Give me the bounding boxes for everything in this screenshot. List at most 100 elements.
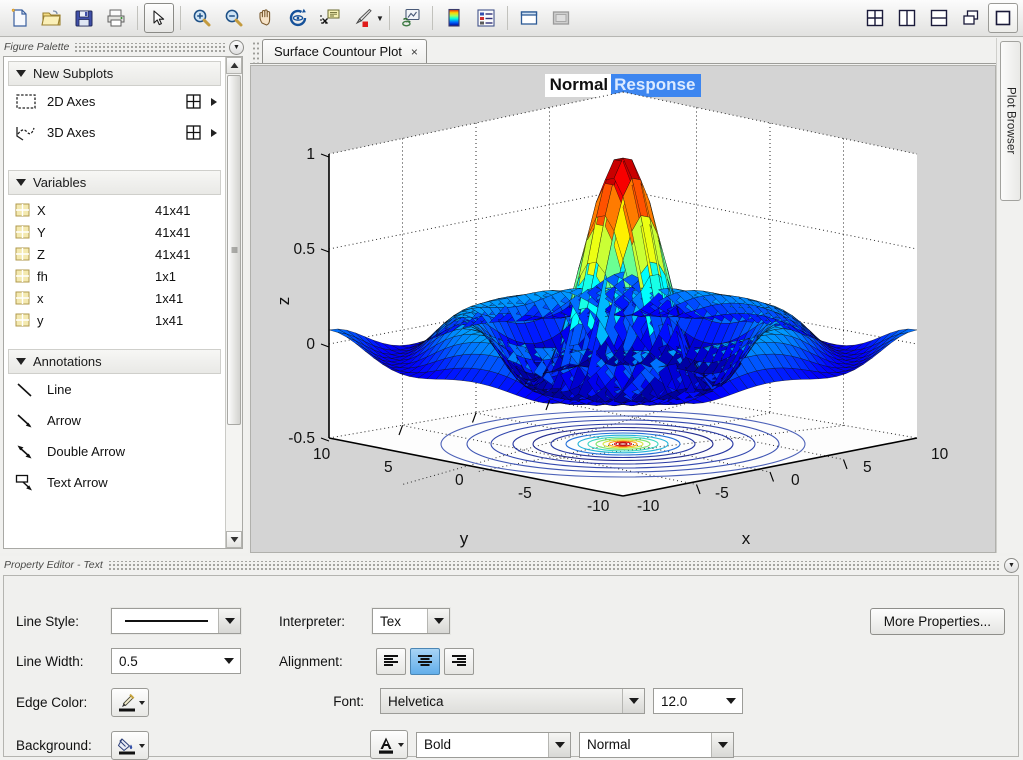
- save-figure-icon[interactable]: [69, 3, 99, 33]
- layout-two-columns-icon[interactable]: [892, 3, 922, 33]
- subplot-grid-icon[interactable]: [186, 125, 201, 140]
- chevron-down-icon[interactable]: [218, 609, 240, 633]
- align-left-button[interactable]: [376, 648, 406, 675]
- y-tick-label: -5: [518, 485, 532, 502]
- figure-palette-dock-menu-icon[interactable]: ▼: [229, 40, 244, 55]
- chevron-down-icon[interactable]: [711, 733, 733, 757]
- line-style-select[interactable]: [111, 608, 241, 634]
- figure-palette-icon[interactable]: [514, 3, 544, 33]
- surface-contour-plot[interactable]: 1 0.5 0 -0.5 10 5 0 -5 -10 -10 -5 0 5 10: [251, 66, 995, 553]
- font-weight-select[interactable]: Bold: [416, 732, 571, 758]
- palette-item-double-arrow[interactable]: Double Arrow: [4, 436, 225, 467]
- section-new-subplots[interactable]: New Subplots: [8, 61, 221, 86]
- palette-item-label: Line: [47, 382, 217, 397]
- palette-item-arrow[interactable]: Arrow: [4, 405, 225, 436]
- palette-item-line[interactable]: Line: [4, 374, 225, 405]
- insert-legend-icon[interactable]: [471, 3, 501, 33]
- chevron-down-icon[interactable]: [398, 743, 404, 747]
- close-icon[interactable]: ×: [411, 45, 418, 59]
- x-tick-label: 10: [931, 446, 949, 463]
- edit-plot-pointer-icon[interactable]: [144, 3, 174, 33]
- section-annotations[interactable]: Annotations: [8, 349, 221, 374]
- dock-drag-dots[interactable]: [108, 561, 1000, 570]
- chevron-down-icon[interactable]: [139, 701, 145, 705]
- figure-canvas[interactable]: Normal Response: [250, 65, 996, 553]
- tabstrip-drag-grip[interactable]: [252, 41, 260, 63]
- variable-row[interactable]: x 1x41: [4, 287, 225, 309]
- pan-hand-icon[interactable]: [251, 3, 281, 33]
- palette-item-label: Double Arrow: [47, 444, 217, 459]
- chevron-down-icon[interactable]: [622, 689, 644, 713]
- chevron-down-icon[interactable]: [139, 744, 145, 748]
- variable-row[interactable]: Y 41x41: [4, 221, 225, 243]
- expand-arrow-icon[interactable]: [211, 98, 217, 106]
- font-angle-select[interactable]: Normal: [579, 732, 734, 758]
- property-editor-dock-menu-icon[interactable]: ▼: [1004, 558, 1019, 573]
- plot-browser-icon[interactable]: [546, 3, 576, 33]
- scrollbar-thumb[interactable]: [227, 75, 241, 425]
- variable-row[interactable]: y 1x41: [4, 309, 225, 331]
- chevron-down-icon[interactable]: [218, 649, 240, 673]
- chevron-down-icon[interactable]: [427, 609, 449, 633]
- more-properties-button[interactable]: More Properties...: [870, 608, 1005, 635]
- interpreter-value: Tex: [380, 614, 427, 629]
- palette-item-text-arrow[interactable]: Text Arrow: [4, 467, 225, 498]
- insert-colorbar-icon[interactable]: [439, 3, 469, 33]
- brush-dropdown-caret-icon[interactable]: ▼: [376, 14, 384, 23]
- dock-drag-dots[interactable]: [74, 43, 225, 52]
- palette-item-3d-axes[interactable]: 3D Axes: [4, 117, 225, 148]
- zoom-out-icon[interactable]: [219, 3, 249, 33]
- scrollbar-grip-icon: [231, 247, 238, 254]
- y-tick-label: 10: [313, 446, 331, 463]
- font-family-value: Helvetica: [388, 694, 622, 709]
- line-annotation-icon: [15, 381, 37, 399]
- layout-grid-2x2-icon[interactable]: [860, 3, 890, 33]
- z-tick-label: 1: [306, 146, 315, 163]
- link-plot-icon[interactable]: [396, 3, 426, 33]
- variable-size: 41x41: [155, 225, 190, 240]
- variable-row[interactable]: fh 1x1: [4, 265, 225, 287]
- chevron-down-icon[interactable]: [548, 733, 570, 757]
- font-color-button[interactable]: [370, 730, 408, 759]
- z-axis-label: z: [274, 297, 293, 306]
- background-color-button[interactable]: [111, 731, 149, 760]
- expand-arrow-icon[interactable]: [211, 129, 217, 137]
- edge-color-button[interactable]: [111, 688, 149, 717]
- layout-two-rows-icon[interactable]: [924, 3, 954, 33]
- data-cursor-icon[interactable]: [315, 3, 345, 33]
- subplot-grid-icon[interactable]: [186, 94, 201, 109]
- variable-size: 41x41: [155, 247, 190, 262]
- scroll-up-arrow-icon[interactable]: [226, 57, 242, 74]
- line-width-select[interactable]: 0.5: [111, 648, 241, 674]
- more-properties-label: More Properties...: [884, 614, 991, 629]
- section-variables[interactable]: Variables: [8, 170, 221, 195]
- layout-cascade-icon[interactable]: [956, 3, 986, 33]
- plot-browser-tab[interactable]: Plot Browser: [1000, 41, 1021, 201]
- align-center-button[interactable]: [410, 648, 440, 675]
- align-right-icon: [450, 654, 468, 669]
- brush-data-icon[interactable]: [347, 3, 377, 33]
- open-file-icon[interactable]: [37, 3, 67, 33]
- chevron-down-icon[interactable]: [720, 689, 742, 713]
- variable-row[interactable]: X 41x41: [4, 199, 225, 221]
- line-style-label: Line Style:: [16, 614, 111, 629]
- tab-surface-contour-plot[interactable]: Surface Countour Plot ×: [262, 39, 427, 63]
- interpreter-select[interactable]: Tex: [372, 608, 450, 634]
- x-tick-label: -5: [715, 485, 729, 502]
- palette-item-label: 3D Axes: [47, 125, 176, 140]
- zoom-in-icon[interactable]: [187, 3, 217, 33]
- new-figure-icon[interactable]: [5, 3, 35, 33]
- pencil-color-icon: [116, 693, 138, 713]
- variable-row[interactable]: Z 41x41: [4, 243, 225, 265]
- figure-palette-scrollbar[interactable]: [225, 57, 242, 548]
- font-family-select[interactable]: Helvetica: [380, 688, 645, 714]
- print-figure-icon[interactable]: [101, 3, 131, 33]
- figure-palette-panel: Figure Palette ▼ New Subplots 2D Axes: [0, 38, 248, 553]
- palette-item-2d-axes[interactable]: 2D Axes: [4, 86, 225, 117]
- scroll-down-arrow-icon[interactable]: [226, 531, 242, 548]
- rotate-3d-icon[interactable]: [283, 3, 313, 33]
- section-new-subplots-label: New Subplots: [33, 66, 113, 81]
- align-right-button[interactable]: [444, 648, 474, 675]
- layout-maximize-icon[interactable]: [988, 3, 1018, 33]
- font-size-select[interactable]: 12.0: [653, 688, 743, 714]
